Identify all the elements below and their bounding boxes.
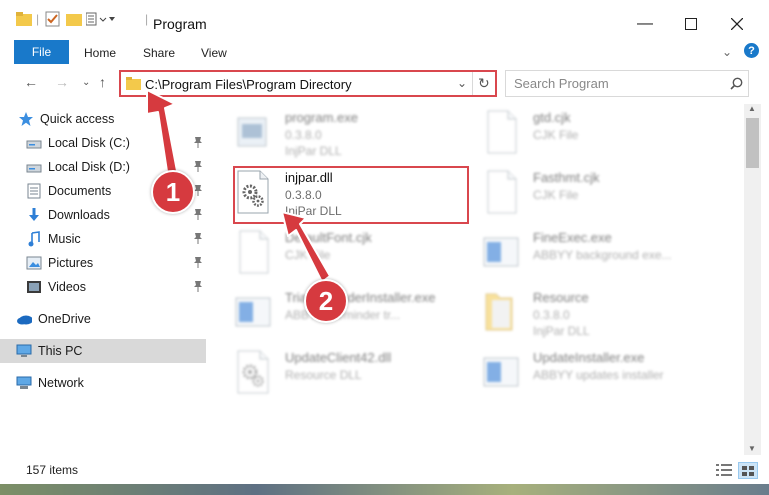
step-2-badge: 2 xyxy=(304,279,348,323)
annotation-arrows xyxy=(146,89,331,283)
arrow-1-icon xyxy=(146,89,179,179)
arrow-2-icon xyxy=(281,211,331,283)
step-1-badge: 1 xyxy=(151,170,195,214)
